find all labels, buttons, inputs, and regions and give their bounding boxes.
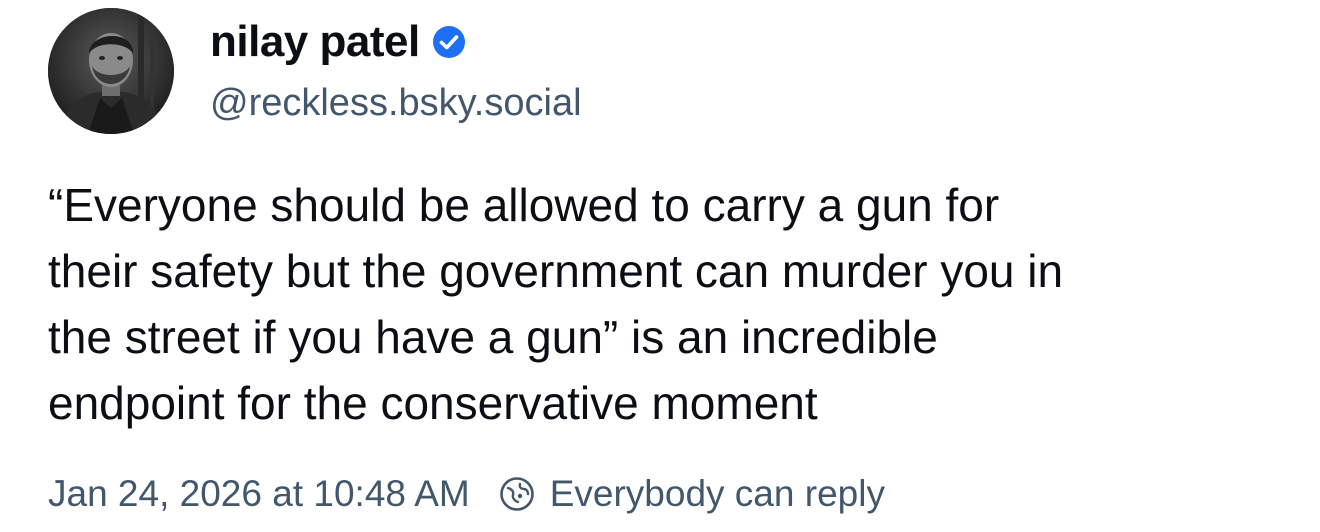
verified-check-icon[interactable] (432, 25, 466, 59)
post-timestamp: Jan 24, 2026 at 10:48 AM (48, 473, 470, 514)
post-text: “Everyone should be allowed to carry a g… (48, 179, 1064, 429)
author-display-name[interactable]: nilay patel (210, 14, 420, 70)
post-card: nilay patel @reckless.bsky.social “Every… (0, 0, 1320, 532)
avatar[interactable] (48, 8, 174, 134)
reply-setting-label[interactable]: Everybody can reply (550, 473, 885, 515)
post-meta-row: Jan 24, 2026 at 10:48 AM Everybody can r… (48, 468, 885, 520)
author-name-row: nilay patel (210, 14, 466, 70)
avatar-photo-icon (48, 8, 174, 134)
author-handle[interactable]: @reckless.bsky.social (210, 78, 582, 128)
reply-settings-icon (498, 475, 536, 513)
